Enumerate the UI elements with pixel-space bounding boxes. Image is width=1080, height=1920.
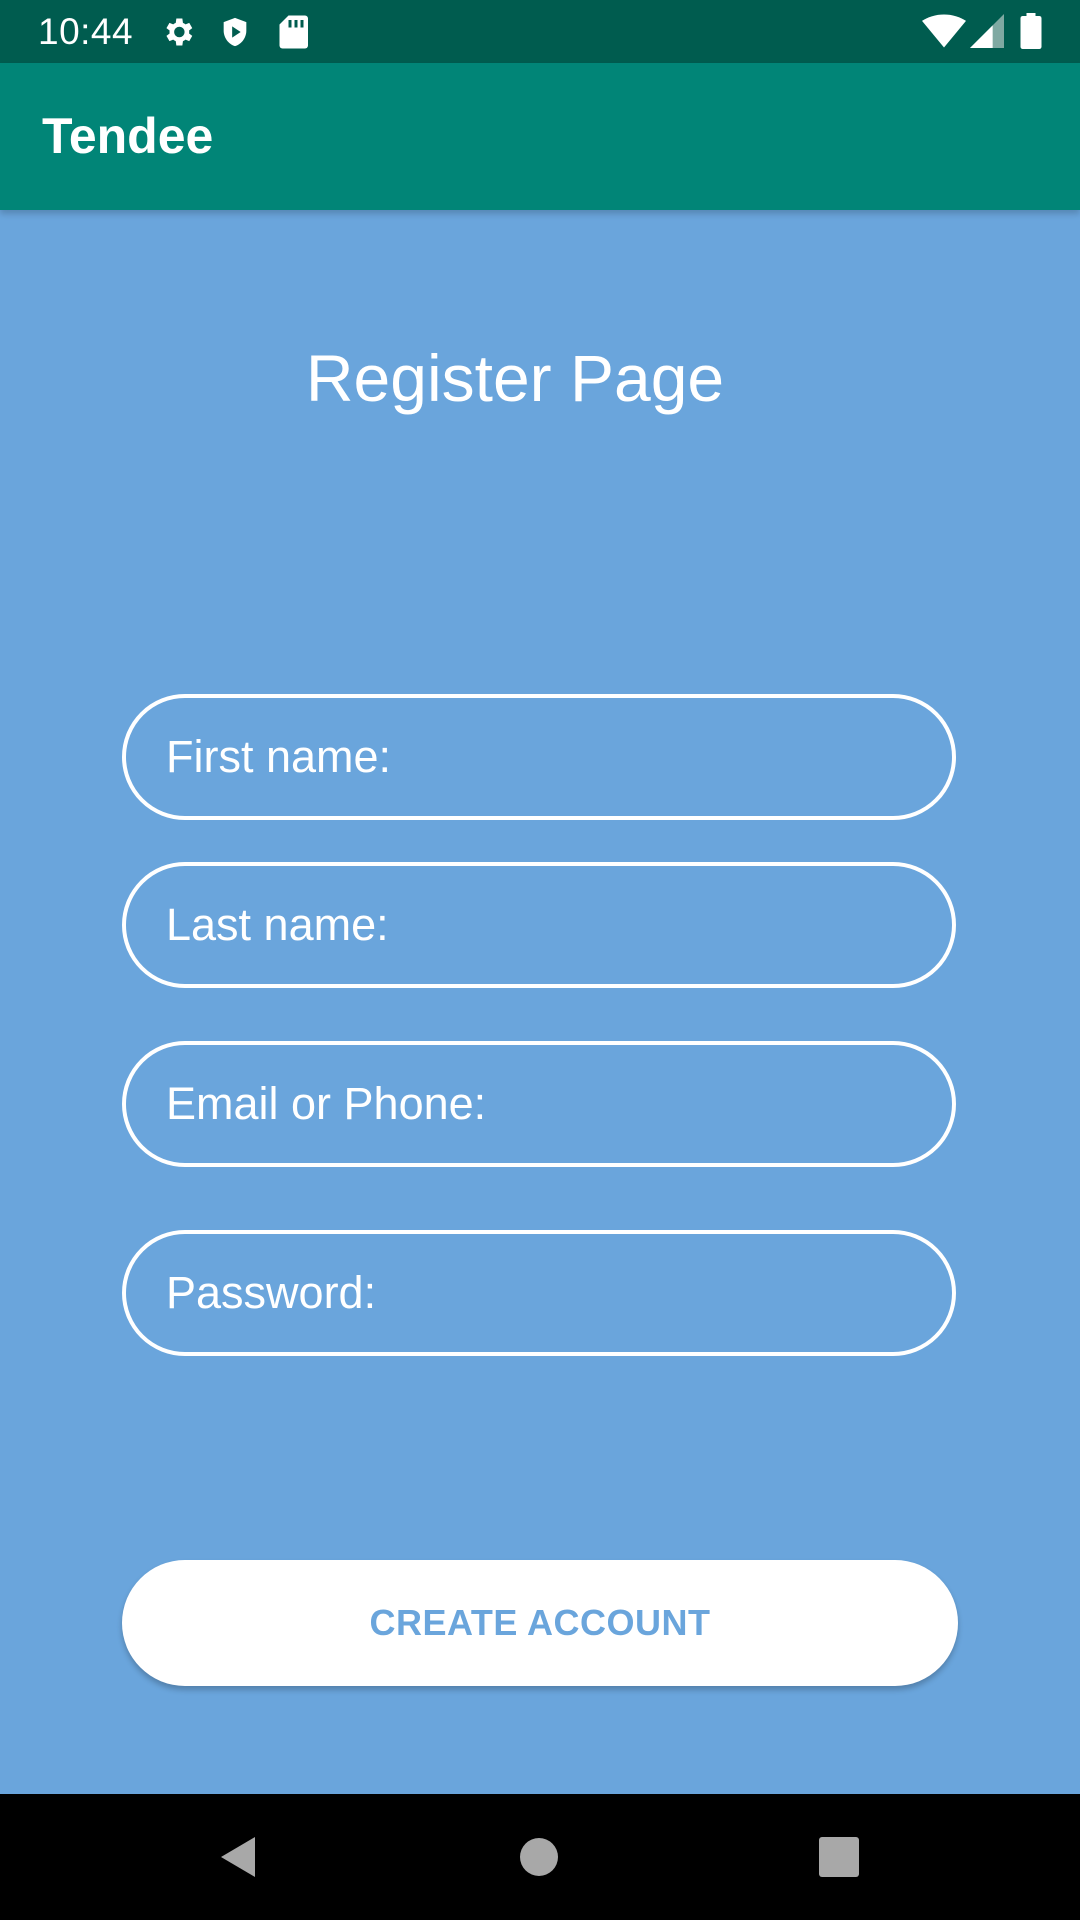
email-or-phone-input[interactable] [166,1045,926,1163]
app-title: Tendee [42,108,214,164]
status-time: 10:44 [38,11,134,52]
wifi-icon [922,14,966,53]
first-name-field-container [122,694,956,820]
last-name-field-container [122,862,956,988]
recents-button[interactable] [776,1794,902,1920]
app-bar: Tendee [0,63,1080,210]
home-button[interactable] [476,1794,602,1920]
back-icon [221,1837,255,1877]
email-or-phone-field-container [122,1041,956,1167]
back-button[interactable] [176,1794,302,1920]
status-bar: 10:44 [0,0,1080,63]
battery-icon [1020,13,1042,54]
create-account-button[interactable]: CREATE ACCOUNT [122,1560,958,1686]
gear-icon [160,14,196,55]
first-name-input[interactable] [166,698,926,816]
signal-icon [970,14,1004,53]
password-field-container [122,1230,956,1356]
password-input[interactable] [166,1234,926,1352]
page-title: Register Page [305,341,725,415]
sd-card-icon [278,14,308,55]
recents-icon [819,1837,859,1877]
home-icon [520,1838,558,1876]
shield-icon [218,14,252,55]
last-name-input[interactable] [166,866,926,984]
navigation-bar [0,1794,1080,1920]
